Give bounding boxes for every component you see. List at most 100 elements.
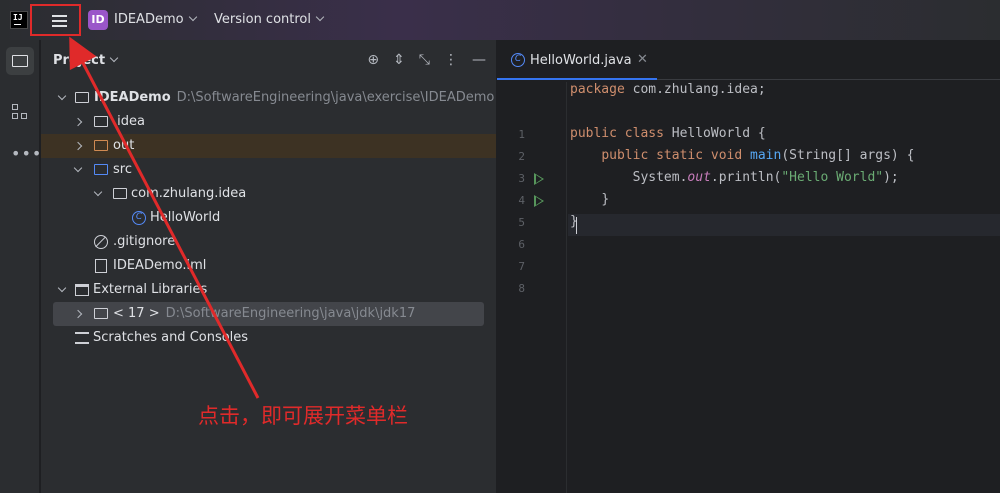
tree-item-package[interactable]: com.zhulang.idea	[41, 182, 496, 206]
tree-item-src[interactable]: src	[41, 158, 496, 182]
tree-item-external-libraries[interactable]: External Libraries	[41, 278, 496, 302]
class-icon: C	[511, 53, 525, 67]
text-caret	[576, 217, 577, 234]
tree-item-helloworld[interactable]: C HelloWorld	[41, 206, 496, 230]
collapse-all-icon[interactable]: ⤡	[419, 52, 430, 68]
line-number: 7	[518, 260, 525, 273]
tree-item-label: Scratches and Consoles	[93, 330, 249, 345]
ignore-file-icon	[94, 235, 108, 249]
project-view-selector[interactable]: Project	[53, 53, 119, 68]
package-icon	[113, 188, 127, 199]
chevron-right-icon	[73, 117, 83, 127]
chevron-down-icon	[93, 187, 103, 197]
tree-item-jdk[interactable]: < 17 > D:\SoftwareEngineering\java\jdk\jd…	[53, 302, 484, 326]
code-token: out	[687, 170, 711, 185]
editor-tab-bar: C HelloWorld.java ✕	[497, 40, 1000, 80]
code-token: public class	[570, 126, 664, 141]
line-number: 6	[518, 238, 525, 251]
editor-area: C HelloWorld.java ✕ 1 2 3 4 5 6 7 8 pack…	[497, 40, 1000, 493]
code-token: main	[750, 148, 782, 163]
structure-tool-button[interactable]	[12, 104, 28, 120]
chevron-down-icon	[109, 53, 119, 63]
chevron-right-icon	[73, 309, 83, 319]
code-token: HelloWorld {	[663, 126, 766, 141]
code-token: .println(	[710, 170, 782, 185]
jdk-folder-icon	[94, 308, 108, 319]
code-token: );	[883, 170, 899, 185]
tree-item-idea[interactable]: .idea	[41, 110, 496, 134]
line-number: 8	[518, 282, 525, 295]
tree-item-label: .idea	[113, 114, 145, 129]
editor-gutter: 1 2 3 4 5 6 7 8	[497, 82, 567, 493]
tab-helloworld-java[interactable]: C HelloWorld.java ✕	[497, 40, 657, 80]
file-icon	[95, 259, 107, 273]
code-line[interactable]: public static void main(String[] args) {	[570, 148, 914, 170]
expand-all-icon[interactable]: ⇕	[393, 52, 405, 68]
tool-window-bar: •••	[0, 40, 42, 493]
tab-label: HelloWorld.java	[530, 53, 632, 68]
code-line[interactable]: public class HelloWorld {	[570, 126, 766, 148]
folder-icon	[94, 116, 108, 127]
code-token: package	[570, 82, 625, 97]
project-toolbar: ⊕ ⇕ ⤡ ⋮ —	[367, 52, 486, 68]
code-line[interactable]: package com.zhulang.idea;	[570, 82, 766, 104]
class-icon: C	[132, 211, 146, 225]
options-icon[interactable]: ⋮	[444, 52, 458, 68]
code-token: System.	[632, 170, 688, 185]
line-number: 5	[518, 216, 525, 229]
chevron-down-icon	[315, 12, 325, 22]
folder-icon	[12, 55, 28, 67]
line-number: 4	[518, 194, 525, 207]
code-token: }	[601, 192, 610, 207]
tree-item-label: External Libraries	[93, 282, 208, 297]
tree-item-gitignore[interactable]: .gitignore	[41, 230, 496, 254]
scratches-icon	[75, 332, 89, 344]
tree-item-iml[interactable]: IDEADemo.iml	[41, 254, 496, 278]
intellij-logo-icon: IJ	[10, 11, 28, 29]
chevron-down-icon	[57, 283, 67, 293]
module-folder-icon	[75, 92, 89, 103]
tree-item-label: IDEADemo	[94, 90, 171, 105]
chevron-down-icon	[73, 163, 83, 173]
version-control-label: Version control	[214, 12, 311, 27]
hide-icon[interactable]: —	[472, 52, 486, 68]
tree-item-path: D:\SoftwareEngineering\java\jdk\jdk17	[165, 306, 416, 321]
annotation-text: 点击，即可展开菜单栏	[198, 404, 408, 428]
close-icon[interactable]: ✕	[637, 52, 648, 67]
tree-item-label: HelloWorld	[150, 210, 221, 225]
project-tool-button[interactable]	[6, 47, 34, 75]
more-tools-icon[interactable]: •••	[11, 144, 42, 163]
chevron-right-icon	[73, 141, 83, 151]
tree-item-out[interactable]: out	[41, 134, 496, 158]
version-control-menu[interactable]: Version control	[214, 12, 325, 27]
code-token: public static void	[601, 148, 743, 163]
chevron-down-icon	[188, 12, 197, 22]
run-class-icon[interactable]	[534, 173, 544, 185]
line-number: 2	[518, 150, 525, 163]
tree-item-label: IDEADemo.iml	[113, 258, 207, 273]
project-badge-icon[interactable]: ID	[88, 10, 108, 30]
main-menu-button[interactable]	[30, 4, 81, 36]
code-token: "Hello World"	[781, 170, 884, 185]
project-selector[interactable]: IDEADemo	[114, 12, 197, 27]
project-name: IDEADemo	[114, 12, 184, 27]
tree-item-scratches[interactable]: Scratches and Consoles	[41, 326, 496, 350]
library-icon	[75, 284, 89, 296]
line-number: 3	[518, 172, 525, 185]
chevron-down-icon	[57, 91, 67, 101]
excluded-folder-icon	[94, 140, 108, 151]
tree-item-path: D:\SoftwareEngineering\java\exercise\IDE…	[176, 90, 495, 105]
code-token: com.zhulang.idea;	[624, 82, 766, 97]
title-bar: IJ ID IDEADemo Version control	[0, 0, 1000, 40]
tree-item-label: .gitignore	[113, 234, 176, 249]
tree-item-label: src	[113, 162, 132, 177]
code-line[interactable]: System.out.println("Hello World");	[570, 170, 899, 192]
line-number: 1	[518, 128, 525, 141]
code-line[interactable]: }	[570, 192, 609, 214]
current-line-highlight	[568, 214, 1000, 236]
run-main-icon[interactable]	[534, 195, 544, 207]
locate-icon[interactable]: ⊕	[367, 52, 379, 68]
tree-item-label: < 17 >	[113, 306, 160, 321]
tree-item-label: com.zhulang.idea	[131, 186, 247, 201]
tree-item-project-root[interactable]: IDEADemo D:\SoftwareEngineering\java\exer…	[41, 86, 496, 110]
